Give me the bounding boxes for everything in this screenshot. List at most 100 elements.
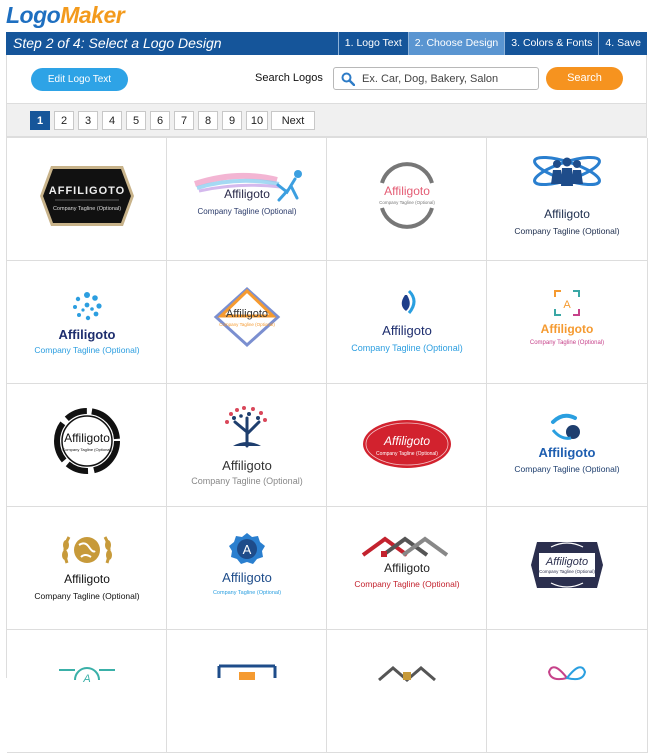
- logo-tagline: Company Tagline (Optional): [213, 590, 281, 596]
- logo-name: Affiligoto: [64, 431, 110, 445]
- logo-name: Affiligoto: [541, 322, 594, 336]
- logo-preview: A Affiligoto Company Tagline (Optional): [530, 290, 604, 346]
- logo-name: Affiligoto: [64, 572, 110, 586]
- page-7[interactable]: 7: [174, 111, 194, 130]
- logo-name: Affiligoto: [384, 561, 430, 575]
- logo-monogram: A: [563, 299, 571, 311]
- logo-tagline: Company Tagline (Optional): [530, 340, 604, 346]
- step-colors-fonts[interactable]: 3. Colors & Fonts: [504, 32, 598, 55]
- logo-tile[interactable]: A Affiligoto Company Tagline (Optional): [167, 507, 327, 630]
- logo-preview: [378, 666, 436, 682]
- logo-name: Affiligoto: [544, 207, 590, 221]
- logo-tagline: Company Tagline (Optional): [354, 579, 459, 589]
- logo-preview: Affiligoto Company Tagline (Optional): [363, 420, 451, 468]
- logo-tile[interactable]: Affiligoto Company Tagline (Optional): [487, 384, 648, 507]
- logo-monogram: A: [243, 542, 252, 557]
- logo-tagline: Company Tagline (Optional): [62, 447, 112, 452]
- logo-tile[interactable]: Affiligoto Company Tagline (Optional): [327, 384, 487, 507]
- logo-preview: [547, 666, 587, 681]
- logomaker-logo[interactable]: LogoMaker: [6, 2, 125, 30]
- step-logo-text[interactable]: 1. Logo Text: [337, 32, 408, 55]
- search-input[interactable]: Ex. Car, Dog, Bakery, Salon: [333, 67, 539, 90]
- logo-name: AFFILIGOTO: [49, 185, 125, 197]
- page-9[interactable]: 9: [222, 111, 242, 130]
- logo-tile[interactable]: Affiligoto Company Tagline (Optional): [487, 507, 648, 630]
- search-icon: [341, 72, 355, 86]
- search-placeholder: Ex. Car, Dog, Bakery, Salon: [362, 73, 499, 85]
- logo-tile[interactable]: Affiligoto Company Tagline (Optional): [487, 138, 648, 261]
- page-6[interactable]: 6: [150, 111, 170, 130]
- logo-tile[interactable]: A: [7, 630, 167, 753]
- logo-name: Affiligoto: [382, 323, 432, 338]
- search-button[interactable]: Search: [546, 67, 623, 90]
- logo-preview: Affiligoto Company Tagline (Optional): [514, 413, 620, 474]
- logo-tile[interactable]: [487, 630, 648, 753]
- logo-name: Affiligoto: [58, 327, 115, 342]
- logo-preview: [217, 664, 277, 680]
- logo-tagline: Company Tagline (Optional): [53, 206, 121, 212]
- page-8[interactable]: 8: [198, 111, 218, 130]
- logo-name: Affiligoto: [224, 187, 270, 201]
- logo-preview: A Affiligoto Company Tagline (Optional): [213, 533, 281, 596]
- logo-tile[interactable]: [167, 630, 327, 753]
- logo-tile[interactable]: Affiligoto Company Tagline (Optional): [167, 261, 327, 384]
- page-10[interactable]: 10: [246, 111, 268, 130]
- step-title: Step 2 of 4: Select a Logo Design: [13, 35, 222, 51]
- logo-preview: A: [59, 667, 115, 685]
- page-2[interactable]: 2: [54, 111, 74, 130]
- page-5[interactable]: 5: [126, 111, 146, 130]
- logo-preview: Affiligoto Company Tagline (Optional): [379, 162, 435, 229]
- logo-name: Affiligoto: [222, 570, 272, 585]
- step-bar: Step 2 of 4: Select a Logo Design 1. Log…: [6, 32, 647, 55]
- logo-tagline: Company Tagline (Optional): [219, 322, 275, 327]
- logo-preview: Affiligoto Company Tagline (Optional): [34, 536, 140, 601]
- logo-tile[interactable]: Affiligoto Company Tagline (Optional): [7, 507, 167, 630]
- logo-tile[interactable]: Affiligoto Company Tagline (Optional): [327, 261, 487, 384]
- next-page-button[interactable]: Next: [271, 111, 315, 130]
- logo-tile[interactable]: Affiligoto Company Tagline (Optional): [7, 261, 167, 384]
- pagination: 1 2 3 4 5 6 7 8 9 10 Next: [6, 103, 647, 137]
- step-choose-design[interactable]: 2. Choose Design: [407, 32, 505, 55]
- logo-tagline: Company Tagline (Optional): [197, 207, 296, 216]
- logo-tile[interactable]: Affiligoto Company Tagline (Optional): [7, 384, 167, 507]
- logo-tile[interactable]: Affiligoto Company Tagline (Optional): [327, 507, 487, 630]
- logo-part-2: Maker: [60, 2, 125, 28]
- logo-preview: Affiligoto Company Tagline (Optional): [354, 536, 460, 589]
- logo-tile[interactable]: Affiligoto Company Tagline (Optional): [167, 384, 327, 507]
- logo-name: Affiligoto: [545, 556, 588, 568]
- logo-tagline: Company Tagline (Optional): [514, 464, 619, 474]
- step-tabs: 1. Logo Text 2. Choose Design 3. Colors …: [337, 32, 647, 55]
- logo-tagline: Company Tagline (Optional): [539, 569, 595, 574]
- logo-tile[interactable]: [327, 630, 487, 753]
- toolbar: Edit Logo Text Search Logos Ex. Car, Dog…: [6, 55, 647, 103]
- step-save[interactable]: 4. Save: [598, 32, 647, 55]
- logo-preview: Affiligoto Company Tagline (Optional): [531, 542, 603, 588]
- logo-name: Affiligoto: [383, 434, 430, 448]
- logo-tagline: Company Tagline (Optional): [34, 345, 139, 355]
- logo-preview: Affiligoto Company Tagline (Optional): [54, 408, 120, 474]
- logo-tile[interactable]: AFFILIGOTO Company Tagline (Optional): [7, 138, 167, 261]
- logo-grid: AFFILIGOTO Company Tagline (Optional) Af…: [6, 137, 648, 753]
- logo-preview: Affiligoto Company Tagline (Optional): [213, 286, 281, 348]
- logo-tagline: Company Tagline (Optional): [514, 226, 619, 236]
- logo-tagline: Company Tagline (Optional): [191, 476, 302, 486]
- logo-name: Affiligoto: [226, 308, 268, 320]
- logo-tile[interactable]: Affiligoto Company Tagline (Optional): [167, 138, 327, 261]
- logo-tile[interactable]: Affiligoto Company Tagline (Optional): [327, 138, 487, 261]
- page-3[interactable]: 3: [78, 111, 98, 130]
- search-label: Search Logos: [255, 72, 323, 84]
- edit-logo-text-button[interactable]: Edit Logo Text: [31, 68, 128, 91]
- logo-preview: Affiligoto Company Tagline (Optional): [34, 292, 140, 355]
- logo-preview: Affiligoto Company Tagline (Optional): [514, 155, 620, 236]
- logo-name: Affiligoto: [222, 458, 272, 473]
- logo-preview: Affiligoto Company Tagline (Optional): [194, 170, 302, 216]
- logo-tile[interactable]: A Affiligoto Company Tagline (Optional): [487, 261, 648, 384]
- page-1[interactable]: 1: [30, 111, 50, 130]
- logo-name: Affiligoto: [538, 445, 595, 460]
- page-4[interactable]: 4: [102, 111, 122, 130]
- logo-tagline: Company Tagline (Optional): [379, 200, 435, 205]
- logo-part-1: Logo: [6, 2, 61, 28]
- logo-name: Affiligoto: [384, 184, 430, 198]
- logo-preview: AFFILIGOTO Company Tagline (Optional): [40, 166, 134, 226]
- logo-preview: Affiligoto Company Tagline (Optional): [191, 406, 303, 486]
